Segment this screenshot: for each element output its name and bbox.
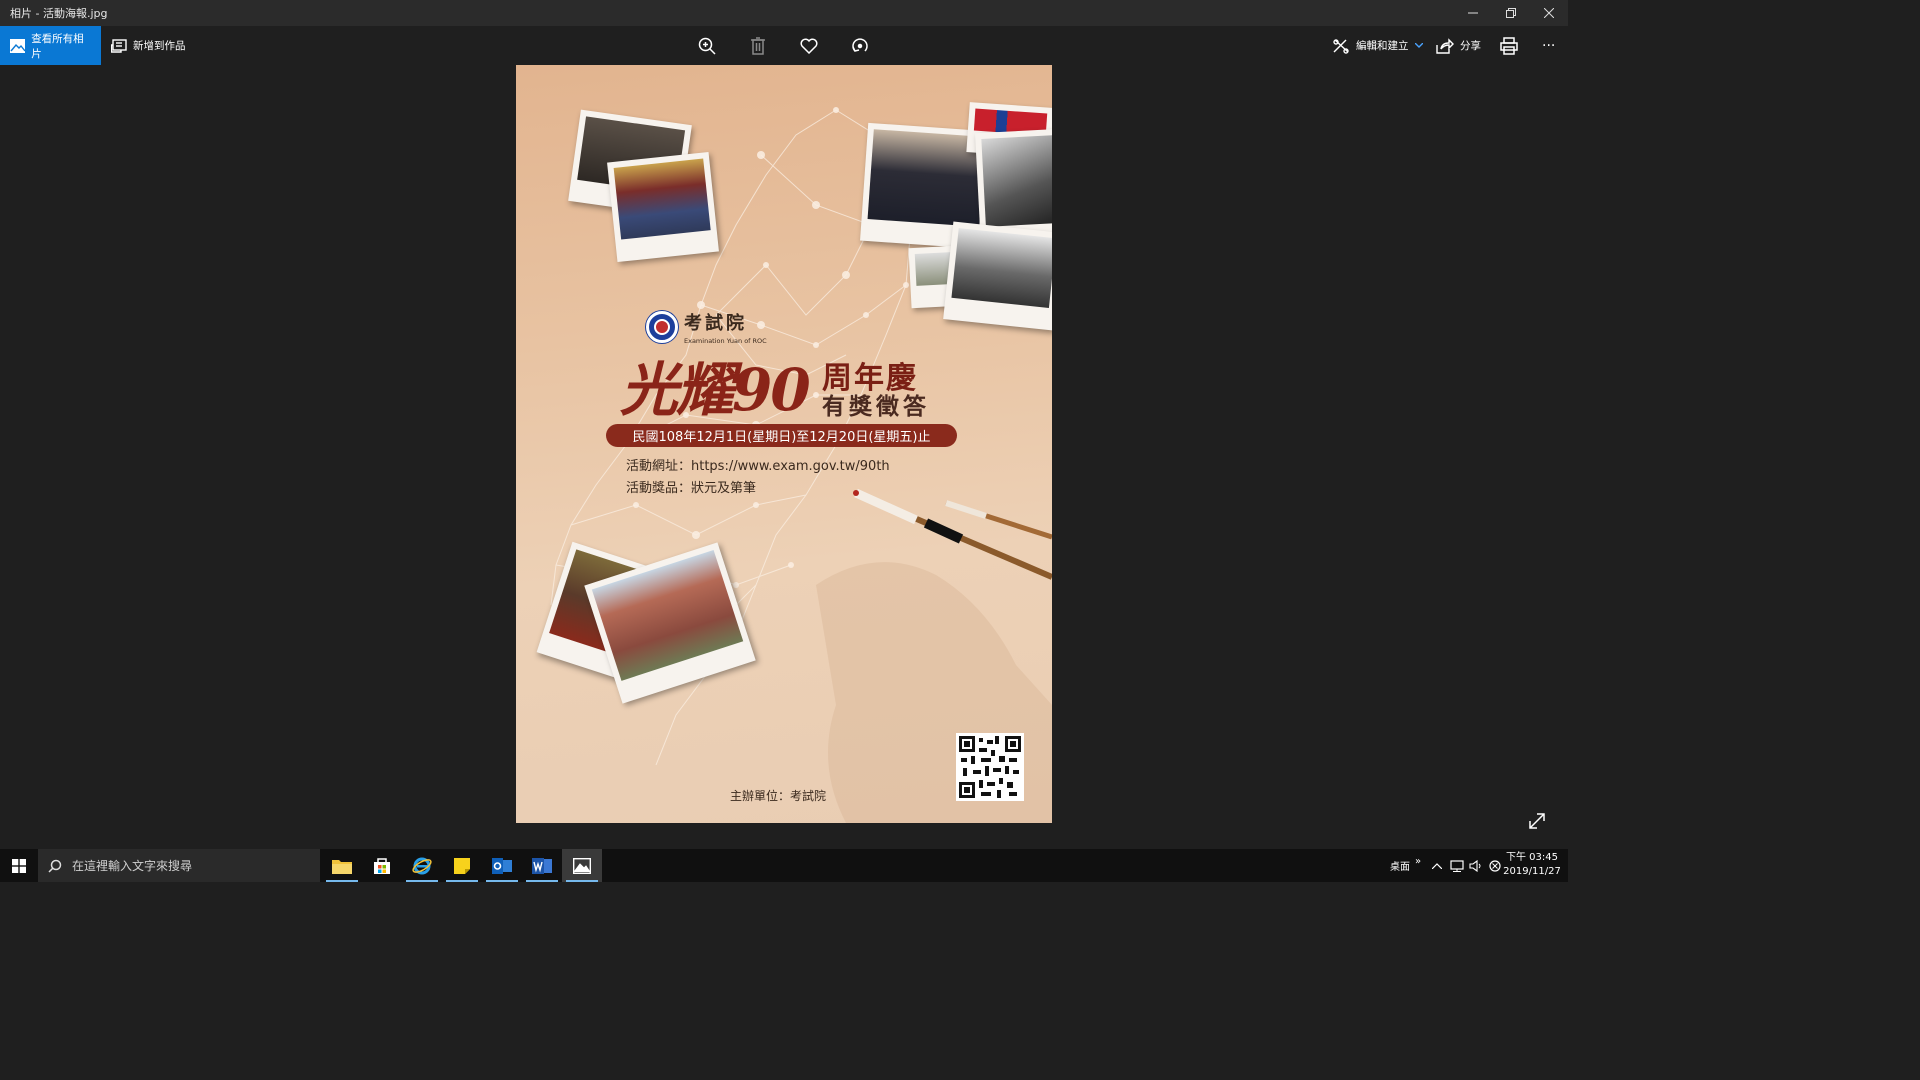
taskbar-outlook[interactable] bbox=[482, 849, 522, 882]
share-icon bbox=[1436, 37, 1454, 54]
network-icon bbox=[1450, 859, 1464, 872]
favorite-button[interactable] bbox=[798, 35, 820, 57]
taskbar-sticky-notes[interactable] bbox=[442, 849, 482, 882]
close-icon bbox=[1544, 8, 1554, 18]
search-icon bbox=[48, 859, 62, 873]
edit-create-label: 編輯和建立 bbox=[1356, 40, 1409, 52]
event-organizer: 主辦單位：考試院 bbox=[730, 789, 827, 803]
clock-date: 2019/11/27 bbox=[1503, 866, 1561, 877]
close-button[interactable] bbox=[1530, 0, 1568, 26]
event-date-range: 民國108年12月1日(星期日)至12月20日(星期五)止 bbox=[606, 424, 957, 447]
add-creation-icon bbox=[111, 38, 127, 53]
edit-icon bbox=[1333, 38, 1349, 54]
print-button[interactable] bbox=[1498, 35, 1520, 57]
qr-code bbox=[956, 733, 1024, 801]
outlook-icon bbox=[492, 857, 512, 874]
search-placeholder: 在這裡輸入文字來搜尋 bbox=[72, 859, 193, 873]
taskbar-search-box[interactable]: 在這裡輸入文字來搜尋 bbox=[38, 849, 320, 882]
taskbar-clock[interactable]: 下午 03:45 2019/11/27 bbox=[1503, 851, 1561, 879]
toolbar-overflow[interactable]: » bbox=[1415, 845, 1421, 878]
blocked-icon bbox=[1489, 859, 1501, 872]
show-hidden-icons-button[interactable] bbox=[1432, 849, 1442, 882]
add-to-creation-label: 新增到作品 bbox=[133, 40, 186, 52]
zoom-in-icon bbox=[698, 37, 716, 55]
heart-icon bbox=[800, 38, 818, 54]
rotate-button[interactable] bbox=[849, 35, 871, 57]
historical-photo-6 bbox=[943, 221, 1052, 331]
taskbar-word[interactable] bbox=[522, 849, 562, 882]
taskbar: 在這裡輸入文字來搜尋 桌面 » 下午 03:45 2019/11/27 bbox=[0, 849, 1568, 882]
clock-time: 下午 03:45 bbox=[1506, 852, 1558, 863]
volume-icon bbox=[1469, 859, 1481, 872]
minimize-icon bbox=[1468, 12, 1478, 14]
internet-explorer-icon bbox=[412, 857, 432, 874]
edit-create-button[interactable]: 編輯和建立 bbox=[1322, 26, 1433, 65]
volume-tray-button[interactable] bbox=[1469, 849, 1483, 882]
view-all-photos-button[interactable]: 查看所有相片 bbox=[0, 26, 101, 65]
desktop-toolbar-label[interactable]: 桌面 bbox=[1390, 849, 1410, 882]
more-label: ··· bbox=[1542, 37, 1556, 54]
poster-image: 考試院 Examination Yuan of ROC 光耀90 周年慶 有獎徵… bbox=[516, 65, 1052, 823]
network-tray-button[interactable] bbox=[1450, 849, 1464, 882]
minimize-button[interactable] bbox=[1454, 0, 1492, 26]
headline-quiz: 有獎徵答 bbox=[822, 393, 930, 420]
share-label: 分享 bbox=[1460, 40, 1481, 52]
window-title: 相片 - 活動海報.jpg bbox=[10, 7, 108, 20]
zoom-button[interactable] bbox=[696, 35, 718, 57]
more-button[interactable]: ··· bbox=[1532, 26, 1565, 65]
event-prize: 活動獎品：狀元及第筆 bbox=[626, 481, 757, 496]
sticky-notes-icon bbox=[454, 857, 470, 874]
rotate-icon bbox=[852, 38, 868, 52]
title-bar: 相片 - 活動海報.jpg bbox=[0, 0, 1568, 26]
word-icon bbox=[532, 857, 552, 874]
folder-icon bbox=[332, 859, 352, 874]
restore-icon bbox=[1506, 8, 1516, 18]
trash-icon bbox=[751, 37, 765, 55]
taskbar-photos[interactable] bbox=[562, 849, 602, 882]
org-name-zh: 考試院 bbox=[684, 313, 747, 334]
overflow-chevron: » bbox=[1415, 856, 1422, 867]
notification-tray-button[interactable] bbox=[1489, 849, 1501, 882]
event-website: 活動網址：https://www.exam.gov.tw/90th bbox=[626, 459, 890, 474]
historical-photo-2 bbox=[607, 151, 719, 263]
add-to-creation-button[interactable]: 新增到作品 bbox=[101, 26, 196, 65]
fullscreen-button[interactable] bbox=[1528, 812, 1550, 834]
delete-button[interactable] bbox=[747, 35, 769, 57]
taskbar-store[interactable] bbox=[362, 849, 402, 882]
photo-icon bbox=[10, 38, 26, 53]
org-logo: 考試院 Examination Yuan of ROC bbox=[646, 309, 767, 345]
restore-button[interactable] bbox=[1492, 0, 1530, 26]
chevron-down-icon bbox=[1414, 43, 1423, 48]
start-button[interactable] bbox=[0, 849, 38, 882]
taskbar-file-explorer[interactable] bbox=[322, 849, 362, 882]
seal-icon bbox=[646, 311, 678, 343]
expand-icon bbox=[1529, 813, 1545, 829]
photos-icon bbox=[573, 857, 591, 874]
headline-main: 光耀90 bbox=[620, 356, 811, 424]
toolbar: 查看所有相片 新增到作品 編輯和建立 分享 ··· bbox=[0, 26, 1568, 65]
print-icon bbox=[1500, 37, 1518, 55]
store-icon bbox=[374, 857, 390, 874]
qr-code-graphic bbox=[959, 736, 1021, 798]
view-all-photos-label: 查看所有相片 bbox=[31, 32, 84, 60]
desktop-label: 桌面 bbox=[1390, 862, 1410, 873]
share-button[interactable]: 分享 bbox=[1426, 26, 1491, 65]
chevron-up-icon bbox=[1432, 862, 1442, 869]
taskbar-internet-explorer[interactable] bbox=[402, 849, 442, 882]
windows-icon bbox=[12, 858, 26, 873]
